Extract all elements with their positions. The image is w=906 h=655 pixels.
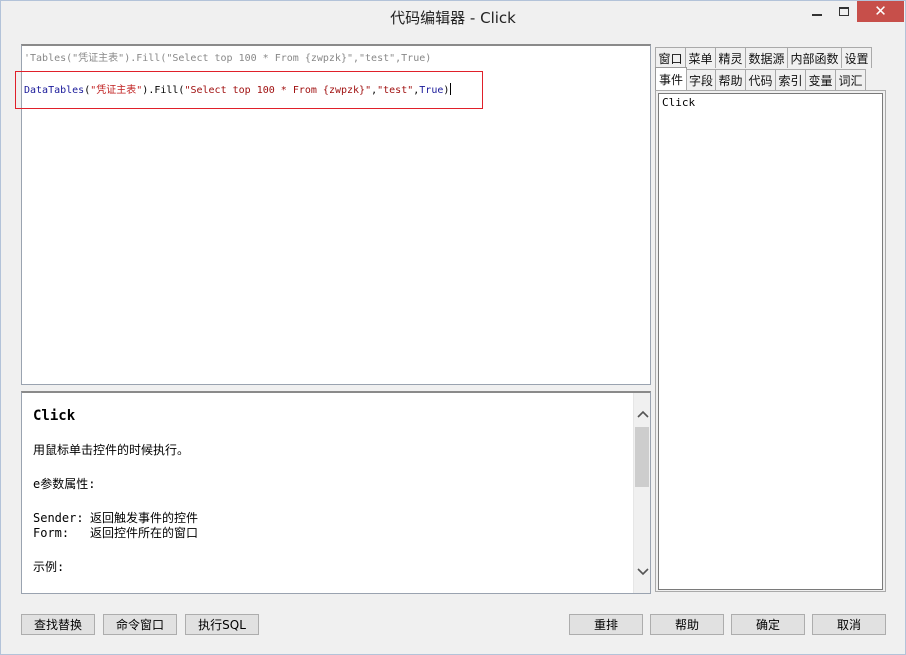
code-line-current: DataTables("凭证主表").Fill("Select top 100 … <box>24 81 452 96</box>
help-scrollbar[interactable] <box>633 393 650 593</box>
tab-builtin-functions[interactable]: 内部函数 <box>787 47 842 68</box>
ok-button[interactable]: 确定 <box>731 614 805 635</box>
help-button[interactable]: 帮助 <box>650 614 724 635</box>
code-editor-window: 代码编辑器 - Click ✕ 'Tables("凭证主表").Fill("Se… <box>0 0 906 655</box>
rearrange-button[interactable]: 重排 <box>569 614 643 635</box>
text-caret <box>450 83 452 95</box>
tab-datasource[interactable]: 数据源 <box>745 47 788 68</box>
find-replace-button[interactable]: 查找替换 <box>21 614 95 635</box>
maximize-icon <box>839 7 849 16</box>
tab-menu[interactable]: 菜单 <box>685 47 716 68</box>
help-param-row: Form: 返回控件所在的窗口 <box>33 526 623 541</box>
code-token-method: ).Fill( <box>142 85 185 96</box>
code-editor[interactable]: 'Tables("凭证主表").Fill("Select top 100 * F… <box>21 44 651 385</box>
minimize-icon <box>812 13 822 16</box>
help-title: Click <box>33 408 76 424</box>
scroll-down-icon[interactable] <box>634 563 650 580</box>
tab-row-1: 窗口 菜单 精灵 数据源 内部函数 设置 <box>655 47 872 68</box>
help-params-heading: e参数属性: <box>33 477 96 491</box>
tab-variables[interactable]: 变量 <box>805 69 836 90</box>
code-token-string: "凭证主表" <box>90 85 143 96</box>
help-content: Click 用鼠标单击控件的时候执行。 e参数属性: Sender: 返回触发事… <box>33 409 623 575</box>
window-title: 代码编辑器 - Click <box>390 9 516 27</box>
help-param-key: Form: <box>33 526 70 540</box>
tab-code[interactable]: 代码 <box>745 69 776 90</box>
help-param-value: 返回控件所在的窗口 <box>90 526 199 540</box>
tab-window[interactable]: 窗口 <box>655 47 686 68</box>
scrollbar-thumb[interactable] <box>635 427 649 487</box>
minimize-button[interactable] <box>803 1 831 22</box>
code-token-identifier: DataTables <box>24 85 85 96</box>
list-item[interactable]: Click <box>662 96 695 109</box>
tab-wizard[interactable]: 精灵 <box>715 47 746 68</box>
help-param-key: Sender: <box>33 511 84 525</box>
close-icon: ✕ <box>874 2 887 20</box>
help-param-row: Sender: 返回触发事件的控件 <box>33 511 623 526</box>
cancel-button[interactable]: 取消 <box>812 614 886 635</box>
event-list[interactable]: Click <box>658 93 883 590</box>
code-token-keyword: True <box>419 85 444 96</box>
code-token-paren: ) <box>443 85 450 96</box>
tab-fields[interactable]: 字段 <box>686 69 716 90</box>
maximize-button[interactable] <box>831 1 857 22</box>
tab-panel: Click <box>655 90 886 592</box>
scroll-up-icon[interactable] <box>634 405 650 422</box>
code-line-comment: 'Tables("凭证主表").Fill("Select top 100 * F… <box>24 53 432 64</box>
help-example-heading: 示例: <box>33 560 65 574</box>
code-token-string: "test" <box>377 85 414 96</box>
code-token-string: "Select top 100 * From {zwpzk}" <box>184 85 372 96</box>
tab-help[interactable]: 帮助 <box>715 69 746 90</box>
close-button[interactable]: ✕ <box>857 1 904 22</box>
tab-settings[interactable]: 设置 <box>841 47 872 68</box>
execute-sql-button[interactable]: 执行SQL <box>185 614 259 635</box>
tab-row-2: 事件 字段 帮助 代码 索引 变量 词汇 <box>655 67 866 90</box>
title-bar[interactable]: 代码编辑器 - Click ✕ <box>1 1 905 31</box>
command-window-button[interactable]: 命令窗口 <box>103 614 177 635</box>
tab-index[interactable]: 索引 <box>775 69 806 90</box>
help-description: 用鼠标单击控件的时候执行。 <box>33 443 190 457</box>
help-param-value: 返回触发事件的控件 <box>90 511 199 525</box>
tab-vocabulary[interactable]: 词汇 <box>835 69 866 90</box>
help-panel[interactable]: Click 用鼠标单击控件的时候执行。 e参数属性: Sender: 返回触发事… <box>21 391 651 594</box>
tab-events[interactable]: 事件 <box>655 67 687 90</box>
